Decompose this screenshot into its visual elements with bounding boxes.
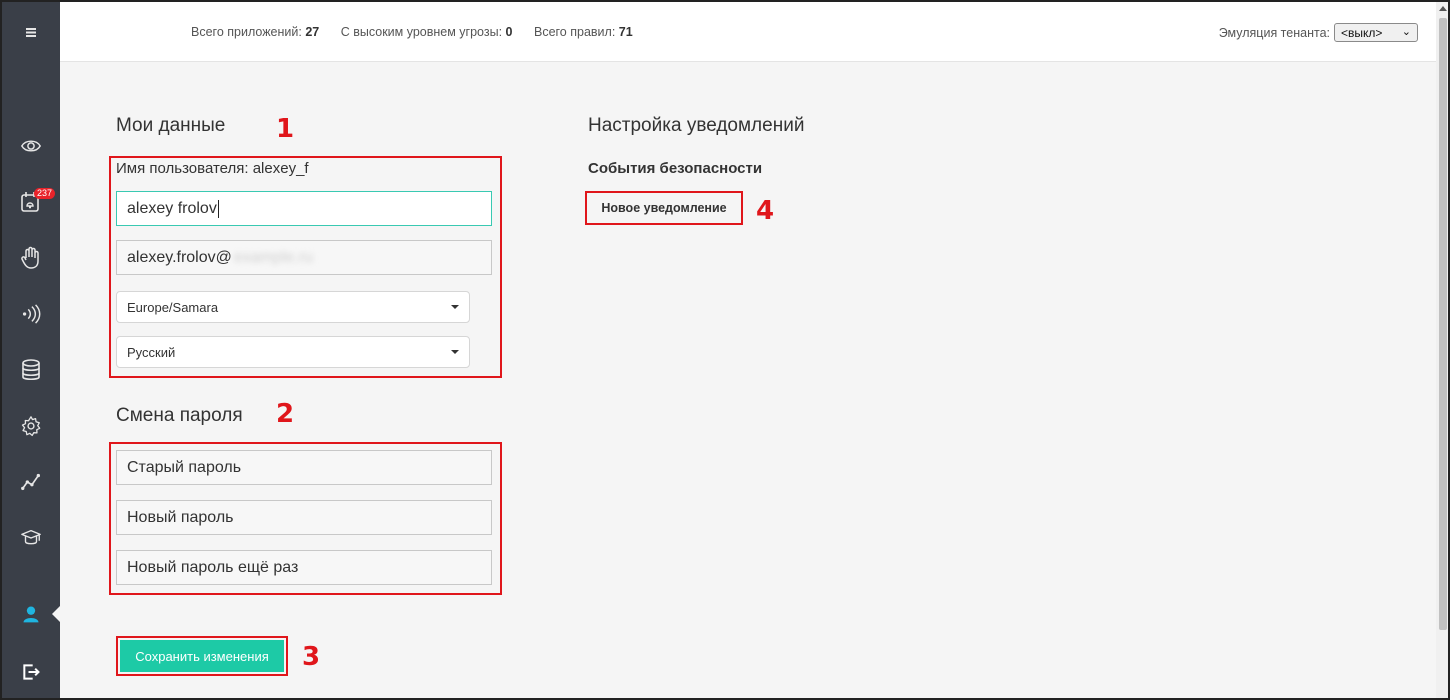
email-redacted: example.ru — [233, 248, 314, 266]
annotation-3: 3 — [302, 642, 321, 672]
profile-title: Мои данные — [116, 115, 226, 136]
old-password-field[interactable]: Старый пароль — [116, 450, 492, 485]
annotation-1: 1 — [276, 114, 295, 144]
signal-icon[interactable] — [2, 294, 60, 334]
full-name-input[interactable]: alexey frolov — [116, 191, 492, 226]
annotation-4: 4 — [756, 196, 775, 226]
new-notification-button[interactable]: Новое уведомление — [589, 195, 739, 221]
username-label: Имя пользователя: alexey_f — [116, 160, 309, 177]
app-window: 237 Всего приложений: 27 С высоким уровн… — [0, 0, 1450, 700]
stat-rules: Всего правил: 71 — [533, 25, 633, 39]
language-select[interactable]: Русский — [116, 336, 470, 368]
graduation-cap-icon[interactable] — [2, 518, 60, 558]
stat-apps: Всего приложений: 27 — [191, 25, 320, 39]
tenant-select[interactable]: <выкл> ⌄ — [1334, 23, 1418, 42]
caret-down-icon — [451, 305, 459, 309]
vertical-scrollbar[interactable] — [1436, 2, 1448, 698]
sidebar: 237 — [2, 2, 60, 698]
stats-summary: Всего приложений: 27 С высоким уровнем у… — [191, 25, 651, 39]
chevron-down-icon: ⌄ — [1401, 26, 1411, 38]
menu-icon[interactable] — [2, 12, 60, 52]
text-caret — [217, 199, 219, 218]
gear-icon[interactable] — [2, 406, 60, 446]
tenant-label: Эмуляция тенанта: — [1218, 25, 1330, 40]
database-icon[interactable] — [2, 350, 60, 390]
email-field[interactable]: alexey.frolov@ example.ru — [116, 240, 492, 275]
repeat-password-field[interactable]: Новый пароль ещё раз — [116, 550, 492, 585]
logout-icon[interactable] — [2, 652, 60, 692]
scroll-up-arrow[interactable] — [1439, 6, 1447, 11]
active-item-pointer — [52, 606, 60, 622]
alerts-count-badge: 237 — [34, 188, 56, 199]
save-button[interactable]: Сохранить изменения — [120, 640, 284, 672]
top-bar: Всего приложений: 27 С высоким уровнем у… — [60, 2, 1436, 62]
eye-icon[interactable] — [2, 126, 60, 166]
password-title: Смена пароля — [116, 405, 243, 426]
stat-high-threat: С высоким уровнем угрозы: 0 — [340, 25, 513, 39]
hand-icon[interactable] — [2, 238, 60, 278]
tenant-emulation: Эмуляция тенанта: <выкл> ⌄ — [1219, 23, 1418, 42]
new-password-field[interactable]: Новый пароль — [116, 500, 492, 535]
annotation-2: 2 — [276, 399, 295, 429]
scroll-thumb[interactable] — [1439, 18, 1447, 630]
notifications-title: Настройка уведомлений — [588, 115, 805, 136]
security-events-subtitle: События безопасности — [588, 160, 763, 177]
chart-line-icon[interactable] — [2, 462, 60, 502]
timezone-select[interactable]: Europe/Samara — [116, 291, 470, 323]
caret-down-icon — [451, 350, 459, 354]
